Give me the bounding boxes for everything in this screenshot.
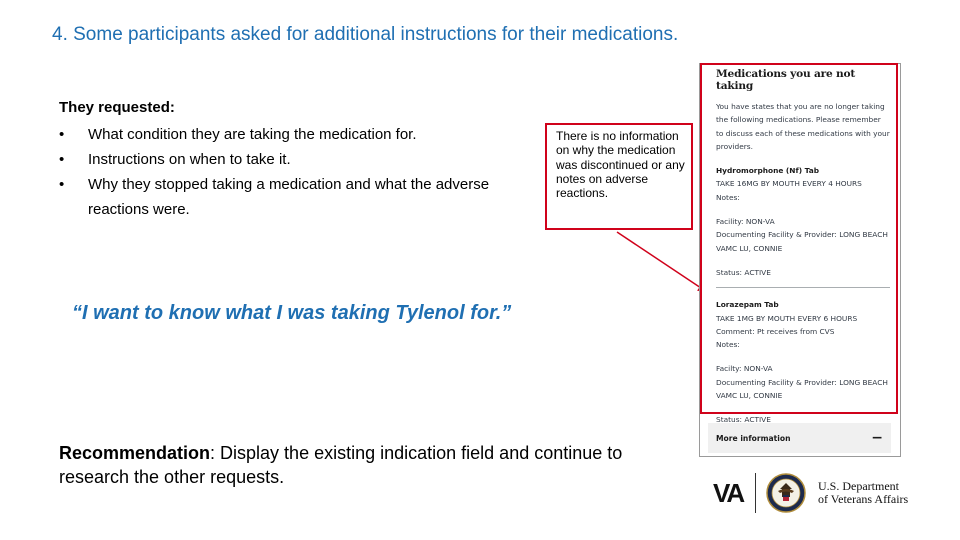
callout-box: There is no information on why the medic…: [545, 123, 693, 230]
medication-facility: Facilty: NON-VA: [716, 364, 773, 374]
medication-comment: Comment: Pt receives from CVS: [716, 326, 835, 336]
medication-name: Lorazepam Tab: [716, 300, 779, 310]
more-information-accordion[interactable]: More information −: [708, 423, 891, 453]
va-seal-icon: [766, 473, 806, 513]
department-name: U.S. Department of Veterans Affairs: [818, 480, 908, 506]
medication-notes: Notes:: [716, 340, 740, 350]
more-information-label: More information: [716, 433, 791, 443]
medication-entry: Lorazepam Tab TAKE 1MG BY MOUTH EVERY 6 …: [716, 298, 890, 426]
requests-list: What condition they are taking the medic…: [59, 122, 499, 222]
department-line-2: of Veterans Affairs: [818, 492, 909, 506]
medications-intro: You have states that you are no longer t…: [716, 102, 890, 151]
va-wordmark: VA: [713, 477, 745, 508]
collapse-icon[interactable]: −: [871, 431, 883, 445]
medication-status: Status: ACTIVE: [716, 267, 771, 277]
participant-quote: “I want to know what I was taking Tyleno…: [72, 302, 512, 324]
medication-notes: Notes:: [716, 192, 740, 202]
medication-provider: Documenting Facility & Provider: LONG BE…: [716, 377, 888, 401]
app-screenshot: Medications you are not taking You have …: [699, 63, 901, 457]
medication-provider: Documenting Facility & Provider: LONG BE…: [716, 230, 888, 253]
slide-title: 4. Some participants asked for additiona…: [52, 24, 679, 45]
requests-heading: They requested:: [59, 99, 175, 116]
requests-section: They requested: What condition they are …: [59, 99, 499, 222]
recommendation-label: Recommendation: [59, 443, 211, 463]
medication-name: Hydromorphone (Nf) Tab: [716, 166, 820, 176]
medications-not-taking-heading: Medications you are not taking: [716, 68, 856, 92]
medication-instructions: TAKE 16MG BY MOUTH EVERY 4 HOURS: [716, 179, 862, 189]
medication-divider: [716, 287, 890, 289]
medication-entry: Hydromorphone (Nf) Tab TAKE 16MG BY MOUT…: [716, 164, 890, 279]
request-item: Instructions on when to take it.: [59, 147, 499, 172]
logo-divider: [755, 473, 756, 513]
va-logo: VA U.S. Department of Veterans Affairs: [713, 470, 913, 516]
medication-instructions: TAKE 1MG BY MOUTH EVERY 6 HOURS: [716, 313, 858, 323]
medication-facility: Facility: NON-VA: [716, 217, 775, 227]
request-item: What condition they are taking the medic…: [59, 122, 499, 147]
recommendation: Recommendation: Display the existing ind…: [59, 441, 659, 489]
request-item: Why they stopped taking a medication and…: [59, 172, 499, 222]
